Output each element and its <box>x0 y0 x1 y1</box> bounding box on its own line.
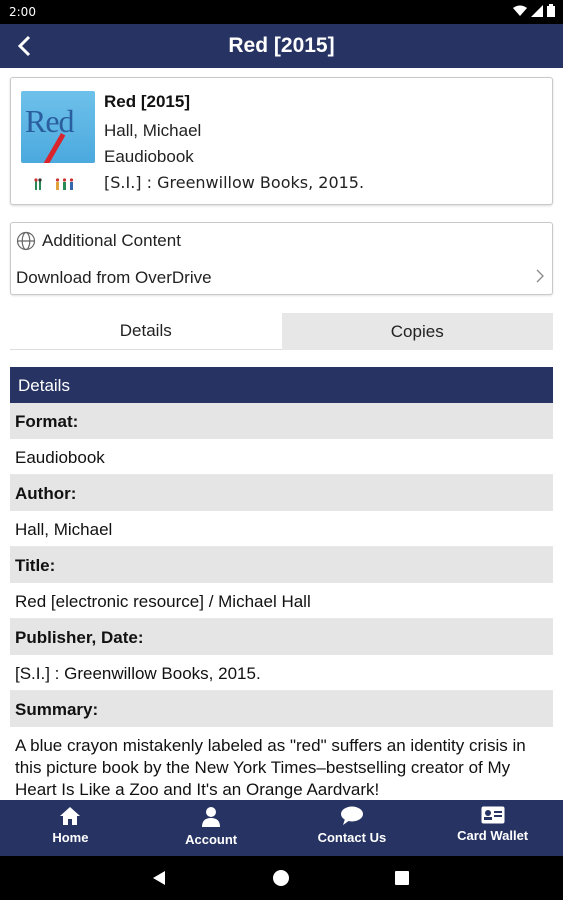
author-label: Author: <box>10 475 553 511</box>
headphones-icon <box>34 178 42 190</box>
people-icon <box>55 178 74 190</box>
details-list: Format: Eaudiobook Author: Hall, Michael… <box>10 403 553 800</box>
title-value: Red [electronic resource] / Michael Hall <box>10 583 553 619</box>
additional-content-label: Additional Content <box>42 231 181 250</box>
author-value: Hall, Michael <box>10 511 553 547</box>
nav-home-label: Home <box>52 830 89 845</box>
nav-account[interactable]: Account <box>141 800 282 856</box>
publisher-label: Publisher, Date: <box>10 619 553 655</box>
nav-account-label: Account <box>185 832 238 847</box>
system-navigation-bar <box>0 856 563 900</box>
format-value: Eaudiobook <box>10 439 553 475</box>
nav-contact[interactable]: Contact Us <box>282 800 423 856</box>
globe-icon <box>16 231 36 251</box>
publisher-value: [S.I.] : Greenwillow Books, 2015. <box>10 655 553 691</box>
book-author: Hall, Michael <box>104 121 202 140</box>
status-icons <box>513 4 555 17</box>
person-icon <box>202 807 221 827</box>
bottom-navigation: Home Account Contact Us Card Wallet <box>0 800 563 856</box>
system-back-icon[interactable] <box>152 870 166 886</box>
home-icon <box>60 807 81 825</box>
cover-title: Red <box>25 103 75 139</box>
battery-icon <box>547 4 555 17</box>
download-overdrive-link[interactable]: Download from OverDrive <box>11 259 552 295</box>
chat-icon <box>340 806 363 825</box>
format-icons <box>33 178 77 190</box>
system-home-icon[interactable] <box>273 870 289 886</box>
title-label: Title: <box>10 547 553 583</box>
download-label: Download from OverDrive <box>16 268 212 287</box>
page-title: Red [2015] <box>228 34 335 57</box>
book-cover[interactable]: Red <box>21 91 95 163</box>
system-recents-icon[interactable] <box>395 871 409 885</box>
signal-icon <box>531 4 543 17</box>
nav-home[interactable]: Home <box>0 800 141 856</box>
app-bar: Red [2015] <box>0 24 563 68</box>
tab-details[interactable]: Details <box>10 313 282 350</box>
summary-text: A blue crayon mistakenly labeled as "red… <box>10 727 553 800</box>
nav-card-wallet-label: Card Wallet <box>457 828 529 843</box>
status-bar: 2:00 <box>0 0 563 24</box>
content-area[interactable]: Red Red [2015] Hall, Michael Eaudiobook … <box>0 68 563 800</box>
book-title: Red [2015] <box>104 92 190 111</box>
status-time: 2:00 <box>9 5 36 19</box>
wifi-icon <box>513 5 527 16</box>
additional-content-card: Additional Content Download from OverDri… <box>10 222 553 295</box>
summary-label: Summary: <box>10 691 553 727</box>
chevron-right-icon <box>536 269 544 283</box>
nav-contact-label: Contact Us <box>317 830 387 845</box>
format-label: Format: <box>10 403 553 439</box>
details-header: Details <box>10 367 553 403</box>
nav-card-wallet[interactable]: Card Wallet <box>422 800 563 856</box>
book-format: Eaudiobook <box>104 147 194 166</box>
id-card-icon <box>481 806 505 824</box>
book-summary-card: Red Red [2015] Hall, Michael Eaudiobook … <box>10 77 553 205</box>
book-publisher: [S.I.] : Greenwillow Books, 2015. <box>104 173 365 192</box>
tab-copies[interactable]: Copies <box>281 313 553 350</box>
tab-bar: Details Copies <box>10 313 553 350</box>
